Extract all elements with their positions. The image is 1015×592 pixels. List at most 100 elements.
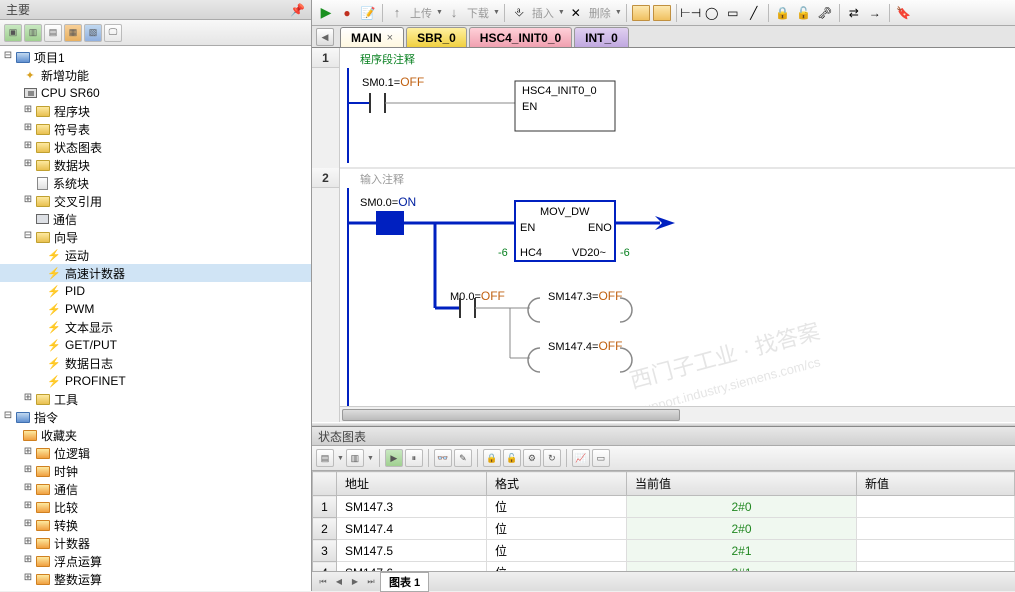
cell-new[interactable] — [857, 540, 1015, 562]
table-row[interactable]: 4 SM147.6 位 2#1 — [313, 562, 1015, 572]
tree-btn-3[interactable]: ▤ — [44, 24, 62, 42]
node-instructions[interactable]: 指令 — [34, 409, 58, 426]
node-clock[interactable]: 时钟 — [54, 463, 78, 480]
expand-icon[interactable]: ⊞ — [22, 447, 34, 459]
node-favorites[interactable]: 收藏夹 — [41, 427, 77, 444]
st-btn-9[interactable]: ⚙ — [523, 449, 541, 467]
chart2-button[interactable] — [652, 3, 672, 23]
rung-number[interactable]: 1 — [312, 48, 339, 68]
expand-icon[interactable]: ⊟ — [2, 411, 14, 423]
expand-icon[interactable]: ⊞ — [22, 123, 34, 135]
expand-icon[interactable]: ⊞ — [22, 519, 34, 531]
project-tree[interactable]: ⊟项目1 ✦新增功能 CPU SR60 ⊞程序块 ⊞符号表 ⊞状态图表 ⊞数据块… — [0, 46, 311, 591]
node-motion[interactable]: 运动 — [65, 247, 89, 264]
insert-button[interactable]: ⎀ — [509, 3, 529, 23]
st-edit-button[interactable]: ✎ — [454, 449, 472, 467]
cell-fmt[interactable]: 位 — [487, 540, 627, 562]
expand-icon[interactable]: ⊞ — [22, 501, 34, 513]
expand-icon[interactable]: ⊞ — [22, 159, 34, 171]
node-getput[interactable]: GET/PUT — [65, 338, 117, 352]
cell-addr[interactable]: SM147.5 — [337, 540, 487, 562]
expand-icon[interactable]: ⊞ — [22, 465, 34, 477]
tab-hsc-init[interactable]: HSC4_INIT0_0 — [469, 27, 572, 47]
compile-button[interactable]: 📝 — [358, 3, 378, 23]
tab-int[interactable]: INT_0 — [574, 27, 629, 47]
key-button[interactable]: 🗝 — [815, 3, 835, 23]
node-compare[interactable]: 比较 — [54, 499, 78, 516]
node-cpu[interactable]: CPU SR60 — [41, 86, 100, 100]
node-datalog[interactable]: 数据日志 — [65, 355, 113, 372]
h-scrollbar[interactable] — [340, 406, 1015, 422]
stop-button[interactable]: ● — [337, 3, 357, 23]
expand-icon[interactable]: ⊞ — [22, 141, 34, 153]
cell-val[interactable]: 2#0 — [627, 496, 857, 518]
pin-icon[interactable]: 📌 — [290, 3, 305, 17]
node-cross-ref[interactable]: 交叉引用 — [54, 193, 102, 210]
sheet-next-button[interactable]: ▶ — [348, 575, 362, 589]
tab-prev-button[interactable]: ◀ — [316, 28, 334, 46]
chart-button[interactable] — [631, 3, 651, 23]
st-btn-2[interactable]: ▥ — [346, 449, 364, 467]
node-pwm[interactable]: PWM — [65, 302, 94, 316]
ladder-canvas[interactable]: 西门子工业 · 找答案support.industry.siemens.com/… — [340, 48, 1015, 422]
tb-line-button[interactable]: ╱ — [744, 3, 764, 23]
rung-number[interactable]: 2 — [312, 168, 339, 188]
node-project[interactable]: 项目1 — [34, 49, 65, 66]
node-system-block[interactable]: 系统块 — [53, 175, 89, 192]
st-glasses-button[interactable]: 👓 — [434, 449, 452, 467]
tab-main[interactable]: MAIN× — [340, 27, 404, 47]
cell-new[interactable] — [857, 496, 1015, 518]
tab-sbr[interactable]: SBR_0 — [406, 27, 467, 47]
node-pid[interactable]: PID — [65, 284, 85, 298]
table-row[interactable]: 1 SM147.3 位 2#0 — [313, 496, 1015, 518]
st-unlock-button[interactable]: 🔓 — [503, 449, 521, 467]
expand-icon[interactable]: ⊞ — [22, 573, 34, 585]
upload-button[interactable]: ↑ — [387, 3, 407, 23]
unlock-button[interactable]: 🔓 — [794, 3, 814, 23]
cell-val[interactable]: 2#1 — [627, 540, 857, 562]
status-table[interactable]: 地址 格式 当前值 新值 1 SM147.3 位 2#0 2 SM147.4 位… — [312, 471, 1015, 571]
tree-btn-4[interactable]: ▦ — [64, 24, 82, 42]
expand-icon[interactable]: ⊞ — [22, 105, 34, 117]
delete-button[interactable]: ✕ — [566, 3, 586, 23]
bookmark-button[interactable]: 🔖 — [894, 3, 914, 23]
node-hsc[interactable]: 高速计数器 — [65, 265, 125, 282]
sheet-first-button[interactable]: ⏮ — [316, 575, 330, 589]
cell-fmt[interactable]: 位 — [487, 496, 627, 518]
st-lock-button[interactable]: 🔒 — [483, 449, 501, 467]
tree-btn-1[interactable]: ▣ — [4, 24, 22, 42]
sheet-last-button[interactable]: ⏭ — [364, 575, 378, 589]
expand-icon[interactable]: ⊞ — [22, 555, 34, 567]
node-convert[interactable]: 转换 — [54, 517, 78, 534]
tree-btn-5[interactable]: ▧ — [84, 24, 102, 42]
run-button[interactable]: ▶ — [316, 3, 336, 23]
node-text-display[interactable]: 文本显示 — [65, 319, 113, 336]
node-tools[interactable]: 工具 — [54, 391, 78, 408]
st-btn-1[interactable]: ▤ — [316, 449, 334, 467]
tb-box-button[interactable]: ▭ — [723, 3, 743, 23]
scroll-thumb[interactable] — [342, 409, 680, 421]
nav-next-button[interactable]: → — [865, 3, 885, 23]
node-new-feature[interactable]: 新增功能 — [41, 67, 89, 84]
st-trend-button[interactable]: 📈 — [572, 449, 590, 467]
close-icon[interactable]: × — [387, 32, 393, 44]
download-button[interactable]: ↓ — [444, 3, 464, 23]
col-new[interactable]: 新值 — [857, 472, 1015, 496]
sheet-tab[interactable]: 图表 1 — [380, 572, 429, 592]
cell-new[interactable] — [857, 518, 1015, 540]
tree-btn-2[interactable]: ▥ — [24, 24, 42, 42]
node-data-block[interactable]: 数据块 — [54, 157, 90, 174]
cell-new[interactable] — [857, 562, 1015, 572]
st-btn-12[interactable]: ▭ — [592, 449, 610, 467]
col-addr[interactable]: 地址 — [337, 472, 487, 496]
tb-contact-button[interactable]: ⊢⊣ — [681, 3, 701, 23]
node-comm[interactable]: 通信 — [53, 211, 77, 228]
expand-icon[interactable]: ⊞ — [22, 195, 34, 207]
cell-val[interactable]: 2#1 — [627, 562, 857, 572]
col-format[interactable]: 格式 — [487, 472, 627, 496]
node-counter[interactable]: 计数器 — [54, 535, 90, 552]
ladder-editor[interactable]: 1 2 西门子工业 · 找答案support.industry.siemens.… — [312, 48, 1015, 422]
cell-fmt[interactable]: 位 — [487, 518, 627, 540]
node-int-math[interactable]: 整数运算 — [54, 571, 102, 588]
node-comm2[interactable]: 通信 — [54, 481, 78, 498]
